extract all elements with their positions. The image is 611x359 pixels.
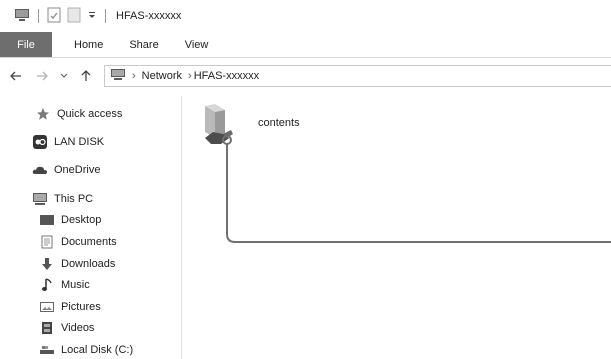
sidebar-item-lan-disk[interactable]: LAN DISK — [32, 134, 104, 150]
documents-icon — [39, 234, 55, 250]
sidebar-item-label: LAN DISK — [54, 136, 105, 148]
sidebar-item-label: OneDrive — [54, 164, 101, 176]
sidebar-item-videos[interactable]: Videos — [39, 320, 94, 336]
music-note-icon — [39, 277, 55, 293]
tab-file[interactable]: File — [0, 32, 52, 57]
sidebar-item-pictures[interactable]: Pictures — [39, 299, 101, 315]
new-folder-icon[interactable] — [67, 7, 81, 26]
lan-disk-icon — [32, 134, 48, 150]
film-icon — [39, 320, 55, 336]
sidebar-item-label: Pictures — [61, 301, 101, 313]
sidebar-item-local-disk[interactable]: Local Disk (C:) — [39, 342, 133, 358]
sidebar-item-label: Documents — [61, 236, 117, 248]
toolbar-separator — [38, 9, 39, 23]
title-bar: HFAS-xxxxxx — [0, 0, 611, 32]
sidebar-item-desktop[interactable]: Desktop — [39, 212, 101, 228]
file-list: contents — [183, 96, 611, 359]
sidebar-item-label: Local Disk (C:) — [61, 344, 134, 356]
tab-share[interactable]: Share — [116, 32, 171, 57]
cloud-icon — [32, 162, 48, 178]
drive-icon — [39, 342, 55, 358]
tab-view[interactable]: View — [172, 32, 222, 57]
sidebar-item-label: Downloads — [61, 258, 116, 270]
recent-locations-chevron-icon[interactable] — [60, 68, 68, 84]
forward-arrow-icon[interactable] — [34, 68, 50, 84]
navigation-bar: › Network › HFAS-xxxxxx — [0, 58, 611, 94]
sidebar-item-this-pc[interactable]: This PC — [32, 191, 93, 207]
sidebar-item-music[interactable]: Music — [39, 277, 90, 293]
pictures-icon — [39, 299, 55, 315]
sidebar-item-onedrive[interactable]: OneDrive — [32, 162, 100, 178]
properties-icon[interactable] — [47, 7, 61, 26]
customize-toolbar-dropdown-icon[interactable] — [87, 10, 97, 23]
network-computer-icon — [110, 68, 126, 84]
back-arrow-icon[interactable] — [8, 68, 24, 84]
computer-icon — [32, 191, 48, 207]
sidebar-item-documents[interactable]: Documents — [39, 234, 117, 250]
sidebar-item-label: Music — [61, 279, 90, 291]
address-bar[interactable]: › Network › HFAS-xxxxxx — [104, 65, 611, 87]
callout-line — [222, 135, 611, 243]
ribbon-tabs: File Home Share View — [0, 32, 611, 58]
desktop-icon — [39, 212, 55, 228]
download-arrow-icon — [39, 256, 55, 272]
sidebar-item-label: This PC — [54, 193, 94, 205]
sidebar-item-quick-access[interactable]: Quick access — [35, 106, 122, 122]
breadcrumb-separator: › — [188, 70, 192, 82]
computer-icon — [14, 8, 30, 25]
star-icon — [35, 106, 51, 122]
up-arrow-icon[interactable] — [78, 68, 94, 84]
sidebar-item-label: Desktop — [61, 214, 102, 226]
sidebar-item-downloads[interactable]: Downloads — [39, 256, 115, 272]
sidebar-item-label: Quick access — [57, 108, 123, 120]
breadcrumb-network[interactable]: Network — [142, 70, 182, 82]
breadcrumb-hfas[interactable]: HFAS-xxxxxx — [194, 70, 259, 82]
sidebar-item-label: Videos — [61, 322, 95, 334]
breadcrumb-separator: › — [132, 70, 136, 82]
tab-home[interactable]: Home — [61, 32, 116, 57]
window-title: HFAS-xxxxxx — [116, 10, 182, 22]
navigation-pane: Quick access LAN DISK OneDrive This PC D… — [0, 96, 182, 359]
title-separator — [105, 9, 106, 23]
